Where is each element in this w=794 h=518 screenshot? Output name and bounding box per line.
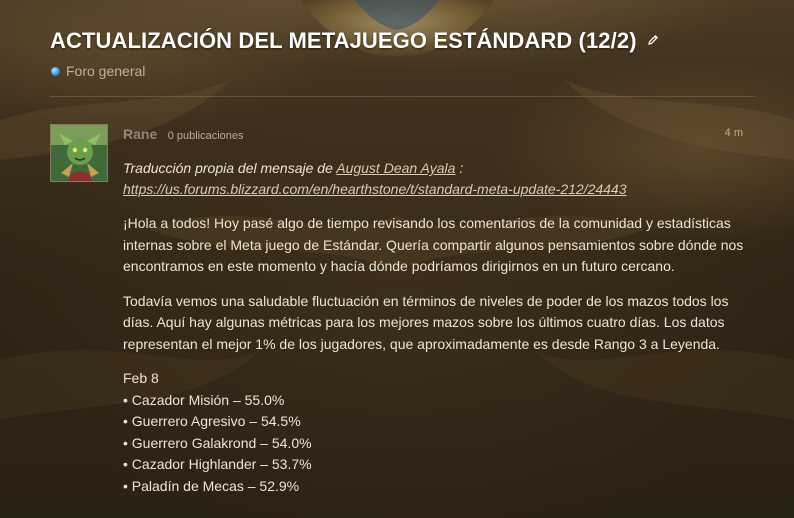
list-item: • Paladín de Mecas – 52.9% <box>123 477 300 494</box>
category-dot-icon <box>51 66 60 76</box>
intro-suffix: : <box>455 160 464 176</box>
user-avatar[interactable] <box>50 124 108 182</box>
intro-prefix: Traducción propia del mensaje de <box>123 160 337 176</box>
list-item: • Guerrero Galakrond – 54.0% <box>123 434 312 451</box>
list-item: • Cazador Highlander – 53.7% <box>123 456 312 472</box>
pencil-icon[interactable] <box>647 34 659 46</box>
header-divider <box>50 96 755 97</box>
author-link[interactable]: August Dean Ayala <box>336 160 455 176</box>
post-body: Traducción propia del mensaje de August … <box>123 158 753 497</box>
topic-header: ACTUALIZACIÓN DEL METAJUEGO ESTÁNDARD (1… <box>50 28 750 79</box>
username[interactable]: Rane <box>123 126 157 142</box>
list-item: • Cazador Misión – 55.0% <box>123 391 285 408</box>
post-time[interactable]: 4 m <box>725 127 743 139</box>
category-label[interactable]: Foro general <box>66 63 145 79</box>
category-badge[interactable]: Foro general <box>50 63 750 79</box>
paragraph-greeting: ¡Hola a todos! Hoy pasé algo de tiempo r… <box>123 215 744 274</box>
translation-note: Traducción propia del mensaje de August … <box>123 158 753 200</box>
paragraph-stats-intro: Todavía vemos una saludable fluctuación … <box>123 292 729 352</box>
topic-title[interactable]: ACTUALIZACIÓN DEL METAJUEGO ESTÁNDARD (1… <box>50 28 637 53</box>
source-link[interactable]: https://us.forums.blizzard.com/en/hearth… <box>123 181 627 197</box>
list-item: • Guerrero Agresivo – 54.5% <box>123 413 301 429</box>
post-meta: Rane 0 publicaciones 4 m <box>123 126 743 142</box>
stats-list: • Cazador Misión – 55.0% • Guerrero Agre… <box>123 390 753 498</box>
post-count: 0 publicaciones <box>167 130 244 142</box>
stats-date: Feb 8 <box>123 370 159 386</box>
avatar-image <box>51 125 107 181</box>
